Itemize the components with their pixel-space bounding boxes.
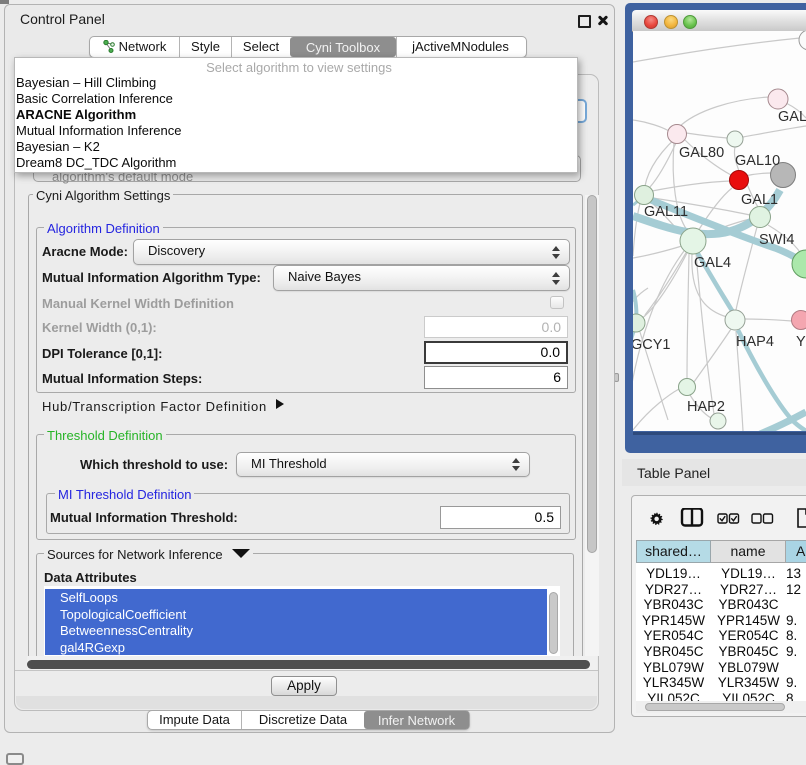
svg-text:GAL11: GAL11: [644, 204, 688, 220]
svg-text:Y: Y: [796, 334, 806, 350]
svg-text:GAL4: GAL4: [694, 255, 731, 271]
svg-text:GAL2: GAL2: [778, 109, 806, 125]
svg-text:GAL10: GAL10: [735, 153, 780, 169]
svg-text:GAL80: GAL80: [679, 145, 724, 161]
svg-text:GCY1: GCY1: [633, 337, 671, 353]
svg-text:HAP2: HAP2: [687, 399, 725, 415]
svg-text:SWI4: SWI4: [759, 232, 794, 248]
svg-text:GAL1: GAL1: [741, 192, 778, 208]
svg-text:HAP4: HAP4: [736, 334, 774, 350]
